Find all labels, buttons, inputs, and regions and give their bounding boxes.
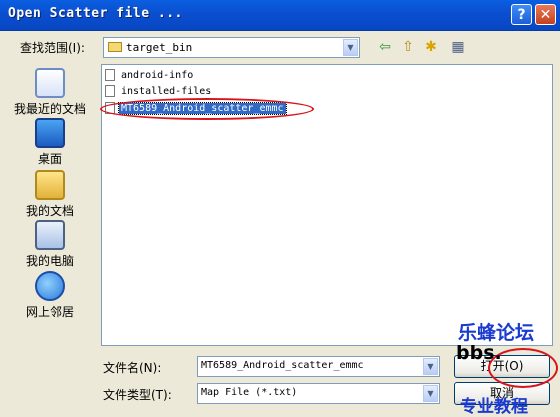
chevron-down-icon[interactable]: ▼: [343, 39, 358, 56]
lookin-label: 查找范围(I):: [20, 41, 85, 55]
file-name: installed-files: [121, 85, 212, 97]
place-desktop[interactable]: 桌面: [6, 118, 94, 167]
close-button[interactable]: ✕: [535, 4, 556, 25]
place-label: 我的文档: [25, 204, 74, 218]
filetype-label: 文件类型(T):: [103, 388, 172, 402]
filetype-select[interactable]: Map File (*.txt) ▼: [197, 383, 440, 404]
place-my-documents[interactable]: 我的文档: [6, 170, 94, 219]
up-folder-icon[interactable]: ⇧: [399, 39, 417, 55]
place-network[interactable]: 网上邻居: [6, 271, 94, 320]
chevron-down-icon[interactable]: ▼: [423, 358, 438, 375]
place-my-computer[interactable]: 我的电脑: [6, 220, 94, 269]
place-label: 我的电脑: [25, 254, 74, 268]
new-folder-icon[interactable]: ✱: [422, 39, 440, 55]
place-label: 我最近的文档: [13, 102, 86, 116]
place-label: 桌面: [37, 152, 62, 166]
cancel-button[interactable]: 取消: [454, 382, 550, 405]
recent-documents-icon: [35, 68, 65, 98]
list-item-selected[interactable]: MT6589_Android_scatter_emmc: [105, 101, 287, 117]
window-title: Open Scatter file ...: [8, 6, 183, 21]
file-icon: [105, 69, 115, 81]
my-computer-icon: [35, 220, 65, 250]
open-button[interactable]: 打开(O): [454, 355, 550, 378]
help-button[interactable]: ?: [511, 4, 532, 25]
filename-label: 文件名(N):: [103, 361, 162, 375]
network-places-icon: [35, 271, 65, 301]
place-recent-documents[interactable]: 我最近的文档: [6, 68, 94, 117]
views-menu-icon[interactable]: ▦: [446, 39, 470, 55]
file-name: MT6589_Android_scatter_emmc: [118, 101, 287, 115]
file-name: android-info: [121, 69, 194, 81]
chevron-down-icon[interactable]: ▼: [423, 385, 438, 402]
list-item[interactable]: installed-files: [105, 85, 213, 100]
list-item[interactable]: android-info: [105, 69, 195, 84]
my-documents-icon: [35, 170, 65, 200]
file-list[interactable]: android-info installed-files MT6589_Andr…: [101, 64, 553, 346]
back-icon[interactable]: ⇦: [376, 39, 394, 55]
filename-value: MT6589_Android_scatter_emmc: [201, 360, 364, 371]
title-bar: Open Scatter file ... ? ✕: [0, 0, 560, 31]
lookin-value: target_bin: [126, 41, 193, 54]
folder-icon: [108, 42, 122, 52]
lookin-combo[interactable]: target_bin ▼: [103, 37, 360, 58]
file-icon: [105, 85, 115, 97]
desktop-icon: [35, 118, 65, 148]
file-icon: [105, 102, 115, 114]
places-bar: 我最近的文档 桌面 我的文档 我的电脑 网上邻居: [6, 64, 94, 346]
filename-field[interactable]: MT6589_Android_scatter_emmc ▼: [197, 356, 440, 377]
place-label: 网上邻居: [25, 305, 74, 319]
filetype-value: Map File (*.txt): [201, 387, 298, 398]
